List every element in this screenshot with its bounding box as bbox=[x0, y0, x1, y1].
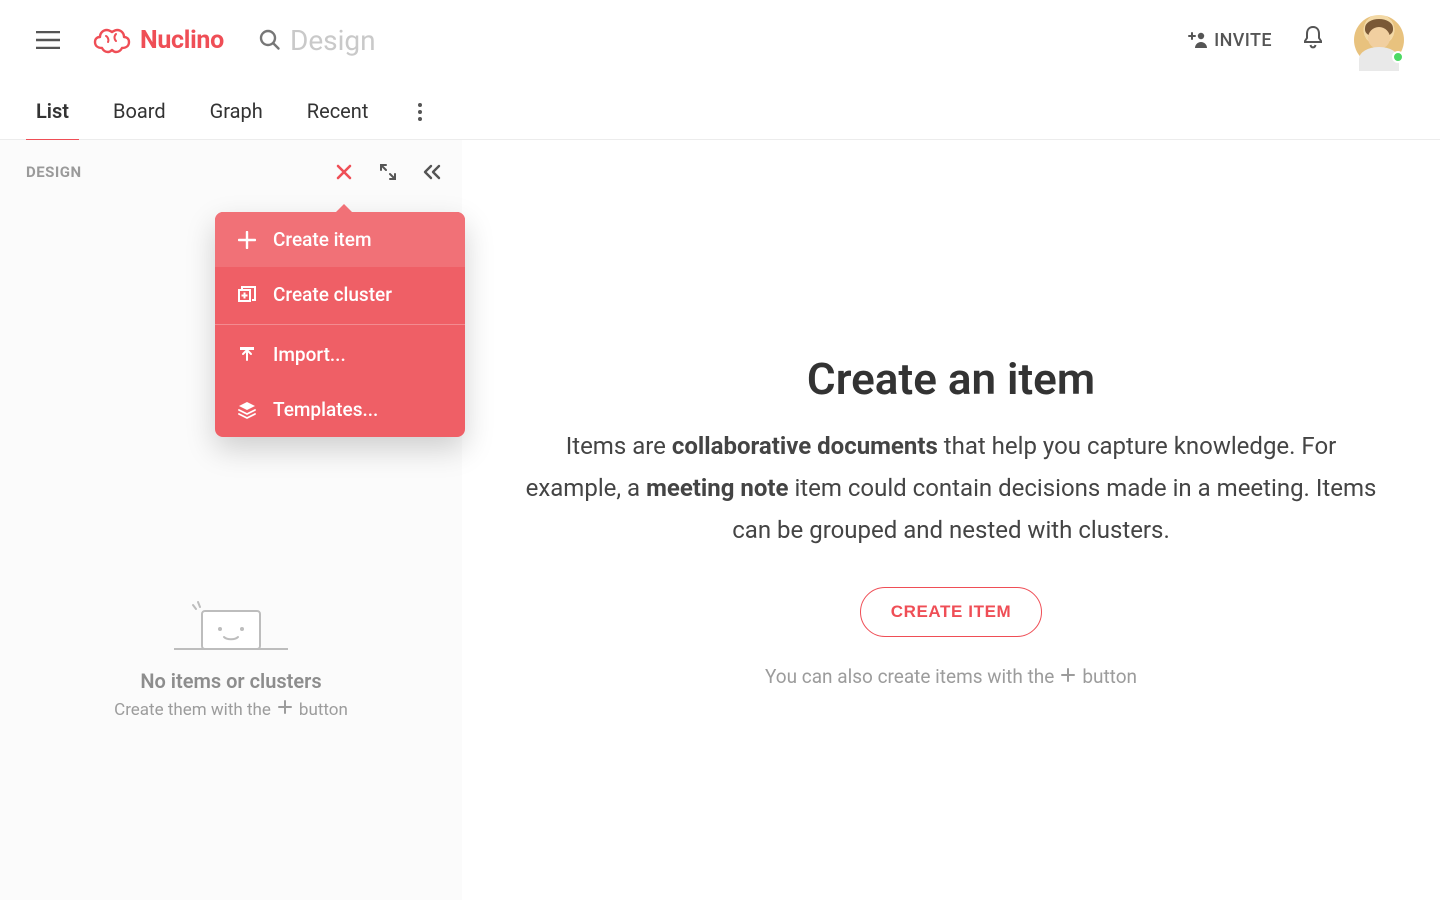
app-header: Nuclino Design INVITE bbox=[0, 0, 1440, 80]
dropdown-item-label: Create cluster bbox=[273, 283, 392, 306]
dropdown-import[interactable]: Import... bbox=[215, 327, 465, 382]
chevrons-left-icon bbox=[422, 164, 442, 180]
cluster-icon bbox=[237, 285, 257, 305]
upload-icon bbox=[237, 345, 257, 365]
more-vertical-icon bbox=[418, 103, 422, 121]
sidebar: DESIGN Create item bbox=[0, 140, 462, 900]
app-name: Nuclino bbox=[140, 26, 224, 55]
tabs-more-button[interactable] bbox=[408, 92, 432, 132]
view-tabs: List Board Graph Recent bbox=[0, 80, 1440, 140]
main-title: Create an item bbox=[807, 353, 1095, 405]
plus-icon bbox=[237, 230, 257, 250]
notifications-button[interactable] bbox=[1302, 25, 1324, 55]
sidebar-actions bbox=[332, 160, 444, 184]
search-field[interactable]: Design bbox=[258, 24, 376, 57]
expand-icon bbox=[379, 163, 397, 181]
desc-text: Items are bbox=[566, 432, 672, 460]
invite-label: INVITE bbox=[1214, 30, 1272, 51]
app-logo[interactable]: Nuclino bbox=[92, 25, 224, 55]
dropdown-create-item[interactable]: Create item bbox=[215, 212, 465, 267]
dropdown-item-label: Import... bbox=[273, 343, 346, 366]
dropdown-create-cluster[interactable]: Create cluster bbox=[215, 267, 465, 322]
sidebar-header: DESIGN bbox=[0, 140, 462, 184]
empty-illustration bbox=[0, 601, 462, 655]
dropdown-templates[interactable]: Templates... bbox=[215, 382, 465, 437]
dropdown-item-label: Create item bbox=[273, 228, 372, 251]
tab-board[interactable]: Board bbox=[109, 99, 170, 141]
menu-button[interactable] bbox=[28, 20, 68, 60]
content-area: DESIGN Create item bbox=[0, 140, 1440, 900]
sidebar-title: DESIGN bbox=[26, 163, 82, 181]
brain-icon bbox=[92, 25, 132, 55]
hint-prefix: You can also create items with the bbox=[765, 665, 1054, 688]
dropdown-item-label: Templates... bbox=[273, 398, 378, 421]
create-item-button[interactable]: CREATE ITEM bbox=[860, 587, 1043, 637]
desc-bold: collaborative documents bbox=[672, 432, 938, 460]
empty-sub-prefix: Create them with the bbox=[114, 700, 271, 720]
empty-sub-suffix: button bbox=[299, 700, 348, 720]
invite-icon bbox=[1186, 31, 1208, 49]
desc-bold: meeting note bbox=[646, 474, 788, 502]
hint-suffix: button bbox=[1082, 665, 1137, 688]
bell-icon bbox=[1302, 25, 1324, 51]
plus-icon bbox=[1060, 665, 1076, 688]
presence-indicator bbox=[1392, 51, 1404, 63]
create-dropdown: Create item Create cluster Import... Tem bbox=[215, 212, 465, 437]
main-hint: You can also create items with the butto… bbox=[765, 665, 1137, 688]
dropdown-separator bbox=[215, 324, 465, 325]
plus-icon bbox=[277, 699, 293, 720]
hamburger-icon bbox=[36, 31, 60, 49]
desc-text: item could contain decisions made in a m… bbox=[732, 474, 1376, 544]
close-icon bbox=[336, 164, 352, 180]
expand-button[interactable] bbox=[376, 160, 400, 184]
tab-list[interactable]: List bbox=[32, 99, 73, 141]
collapse-sidebar-button[interactable] bbox=[420, 160, 444, 184]
sidebar-empty-state: No items or clusters Create them with th… bbox=[0, 601, 462, 720]
header-right: INVITE bbox=[1186, 15, 1412, 65]
invite-button[interactable]: INVITE bbox=[1186, 30, 1272, 51]
search-icon bbox=[258, 28, 282, 52]
close-create-menu-button[interactable] bbox=[332, 160, 356, 184]
main-panel: Create an item Items are collaborative d… bbox=[462, 140, 1440, 900]
tab-recent[interactable]: Recent bbox=[303, 99, 373, 141]
empty-title: No items or clusters bbox=[0, 669, 462, 693]
user-avatar[interactable] bbox=[1354, 15, 1404, 65]
templates-icon bbox=[237, 400, 257, 420]
main-description: Items are collaborative documents that h… bbox=[522, 425, 1380, 551]
search-placeholder: Design bbox=[290, 24, 376, 57]
tab-graph[interactable]: Graph bbox=[206, 99, 267, 141]
empty-subtitle: Create them with the button bbox=[0, 699, 462, 720]
